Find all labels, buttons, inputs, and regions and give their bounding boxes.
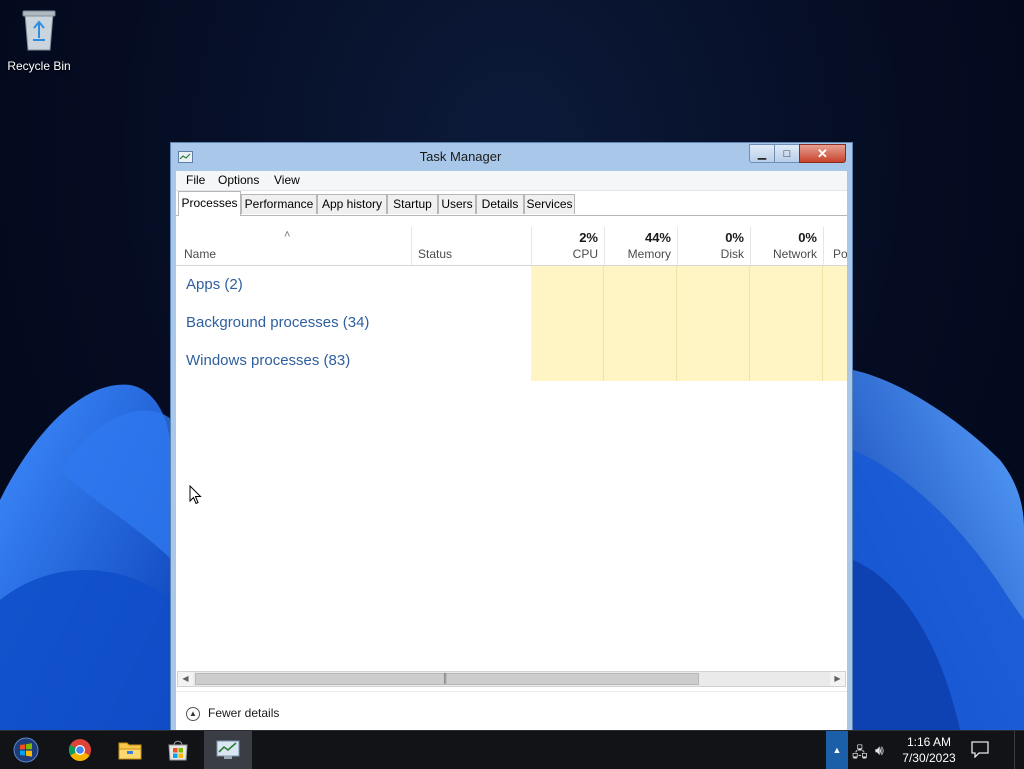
chevron-up-icon[interactable]: ▲: [186, 707, 200, 721]
tab-processes[interactable]: Processes: [178, 191, 241, 216]
sort-arrow-icon: ˄: [284, 229, 291, 241]
column-network[interactable]: Network: [751, 247, 817, 261]
group-background-processes[interactable]: Background processes (34): [186, 314, 369, 331]
memory-percent: 44%: [644, 230, 671, 245]
tab-details[interactable]: Details: [476, 194, 524, 214]
recycle-bin-icon: [22, 10, 56, 51]
clock-date: 7/30/2023: [902, 751, 956, 765]
column-cpu[interactable]: CPU: [532, 247, 598, 261]
scroll-right-icon[interactable]: ▶: [830, 672, 845, 686]
horizontal-scrollbar[interactable]: ◀ ║ ▶: [177, 671, 846, 687]
recycle-bin[interactable]: Recycle Bin: [4, 8, 74, 73]
process-list: Apps (2) Background processes (34) Windo…: [176, 266, 847, 381]
column-separator: [823, 227, 824, 265]
chrome-icon: [68, 739, 91, 761]
start-icon: [13, 737, 39, 763]
taskbar-clock[interactable]: 1:16 AM 7/30/2023: [898, 734, 960, 766]
chevron-up-icon: ▲: [832, 745, 842, 755]
store-icon: [168, 740, 188, 761]
tab-performance[interactable]: Performance: [241, 194, 317, 214]
tab-strip: Processes Performance App history Startu…: [176, 191, 847, 216]
footer: ▲ Fewer details: [176, 691, 847, 730]
menu-view[interactable]: View: [274, 173, 300, 187]
network-icon[interactable]: 🖧: [852, 742, 868, 766]
column-status[interactable]: Status: [418, 247, 452, 261]
column-power[interactable]: Pov: [833, 247, 847, 261]
close-button[interactable]: ✕: [799, 144, 846, 163]
column-header: ˄ Name Status 2% CPU 44% Memory 0% Disk …: [176, 215, 847, 266]
client-area: File Options View Processes Performance …: [176, 171, 847, 730]
title-bar[interactable]: Task Manager ▁ □ ✕: [171, 143, 852, 171]
disk-heat-column: [677, 266, 750, 381]
column-memory[interactable]: Memory: [605, 247, 671, 261]
recycle-bin-label: Recycle Bin: [7, 59, 71, 73]
clock-time: 1:16 AM: [906, 735, 952, 749]
cpu-heat-column: [531, 266, 604, 381]
mouse-cursor-icon: [189, 485, 202, 505]
close-icon: ✕: [817, 145, 828, 161]
taskbar-store[interactable]: [154, 731, 202, 769]
scroll-left-icon[interactable]: ◀: [178, 672, 193, 686]
minimize-icon: ▁: [757, 148, 767, 160]
notification-icon[interactable]: [970, 740, 990, 758]
cpu-percent: 2%: [579, 230, 598, 245]
volume-icon[interactable]: 🔊︎: [875, 742, 884, 759]
maximize-button[interactable]: □: [774, 144, 800, 163]
taskbar-task-manager[interactable]: [204, 731, 252, 769]
tab-startup[interactable]: Startup: [387, 194, 438, 214]
column-separator: [411, 227, 412, 265]
network-heat-column: [750, 266, 823, 381]
show-desktop-button[interactable]: [1014, 731, 1024, 769]
column-name[interactable]: Name: [184, 247, 216, 261]
taskbar-file-explorer[interactable]: [106, 731, 154, 769]
menu-file[interactable]: File: [186, 173, 205, 187]
power-heat-column: [823, 266, 847, 381]
scrollbar-thumb[interactable]: ║: [195, 673, 699, 685]
minimize-button[interactable]: ▁: [749, 144, 775, 163]
tab-users[interactable]: Users: [438, 194, 476, 214]
group-windows-processes[interactable]: Windows processes (83): [186, 352, 350, 369]
grip-icon: ║: [442, 673, 449, 683]
menu-options[interactable]: Options: [218, 173, 259, 187]
network-percent: 0%: [798, 230, 817, 245]
group-apps[interactable]: Apps (2): [186, 276, 243, 293]
fewer-details-link[interactable]: Fewer details: [208, 706, 279, 720]
tab-app-history[interactable]: App history: [317, 194, 387, 214]
taskbar: ▲ 🖧 🔊︎ 1:16 AM 7/30/2023: [0, 730, 1024, 769]
file-explorer-icon: [118, 742, 142, 760]
window-title: Task Manager: [419, 149, 502, 164]
start-button[interactable]: [2, 731, 50, 769]
taskbar-chrome[interactable]: [56, 731, 104, 769]
tab-services[interactable]: Services: [524, 194, 575, 214]
show-hidden-icons-button[interactable]: ▲: [826, 731, 848, 769]
memory-heat-column: [604, 266, 677, 381]
disk-percent: 0%: [725, 230, 744, 245]
task-manager-icon: [216, 740, 240, 759]
task-manager-window: Task Manager ▁ □ ✕ File Options View Pro…: [170, 142, 853, 732]
menu-bar: File Options View: [176, 171, 847, 191]
maximize-icon: □: [783, 147, 791, 160]
column-disk[interactable]: Disk: [678, 247, 744, 261]
